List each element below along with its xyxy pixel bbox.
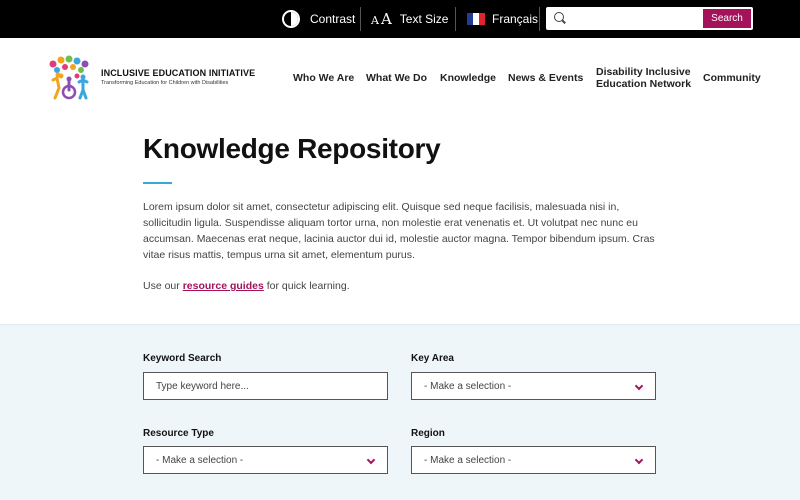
region-value: - Make a selection -: [424, 455, 512, 466]
keyword-placeholder: Type keyword here...: [156, 381, 249, 392]
key-area-value: - Make a selection -: [424, 381, 512, 392]
logo-title: INCLUSIVE EDUCATION INITIATIVE: [101, 68, 256, 78]
divider: [360, 7, 361, 31]
chevron-down-icon: [366, 455, 376, 465]
nav-news-events[interactable]: News & Events: [508, 72, 583, 84]
language-label: Français: [492, 12, 539, 26]
logo-mark-icon: [49, 55, 89, 100]
nav-what-we-do[interactable]: What We Do: [366, 72, 427, 84]
key-area-label: Key Area: [411, 353, 454, 364]
keyword-input[interactable]: Type keyword here...: [143, 372, 388, 400]
keyword-label: Keyword Search: [143, 353, 222, 364]
nav-disability-line2: Education Network: [596, 78, 692, 90]
site-search: Search: [546, 7, 753, 30]
filter-panel: Keyword Search Type keyword here... Key …: [0, 324, 800, 500]
title-underline: [143, 182, 172, 184]
search-icon: [554, 12, 564, 22]
chevron-down-icon: [634, 381, 644, 391]
nav-disability-line1: Disability Inclusive: [596, 66, 691, 78]
text-size-icon: A A: [371, 10, 392, 28]
site-logo[interactable]: INCLUSIVE EDUCATION INITIATIVE Transform…: [45, 54, 255, 104]
resource-suffix: for quick learning.: [263, 280, 350, 292]
nav-who-we-are[interactable]: Who We Are: [293, 72, 354, 84]
text-size-label: Text Size: [399, 12, 449, 26]
resource-type-select[interactable]: - Make a selection -: [143, 446, 388, 474]
contrast-toggle[interactable]: Contrast: [282, 0, 355, 38]
french-flag-icon: [467, 13, 485, 25]
page-title: Knowledge Repository: [143, 133, 441, 164]
contrast-label: Contrast: [310, 12, 356, 26]
search-input[interactable]: [570, 9, 700, 28]
chevron-down-icon: [634, 455, 644, 465]
site-header: INCLUSIVE EDUCATION INITIATIVE Transform…: [0, 38, 800, 124]
divider: [455, 7, 456, 31]
search-button[interactable]: Search: [703, 9, 751, 28]
resource-type-label: Resource Type: [143, 428, 214, 439]
resource-line: Use our resource guides for quick learni…: [143, 280, 350, 292]
nav-disability-network[interactable]: Disability Inclusive Education Network: [596, 66, 692, 90]
text-size-toggle[interactable]: A A Text Size: [371, 0, 448, 38]
intro-paragraph: Lorem ipsum dolor sit amet, consectetur …: [143, 201, 655, 261]
key-area-select[interactable]: - Make a selection -: [411, 372, 656, 400]
nav-community[interactable]: Community: [703, 72, 761, 84]
nav-knowledge[interactable]: Knowledge: [440, 72, 496, 84]
logo-subtitle: Transforming Education for Children with…: [101, 80, 229, 86]
divider: [539, 7, 540, 31]
region-label: Region: [411, 428, 445, 439]
resource-guides-link[interactable]: resource guides: [183, 280, 264, 292]
utility-bar: Contrast A A Text Size Français Search: [0, 0, 800, 38]
contrast-icon: [282, 10, 300, 28]
resource-type-value: - Make a selection -: [156, 455, 244, 466]
resource-prefix: Use our: [143, 280, 183, 292]
region-select[interactable]: - Make a selection -: [411, 446, 656, 474]
language-switch[interactable]: Français: [467, 0, 538, 38]
